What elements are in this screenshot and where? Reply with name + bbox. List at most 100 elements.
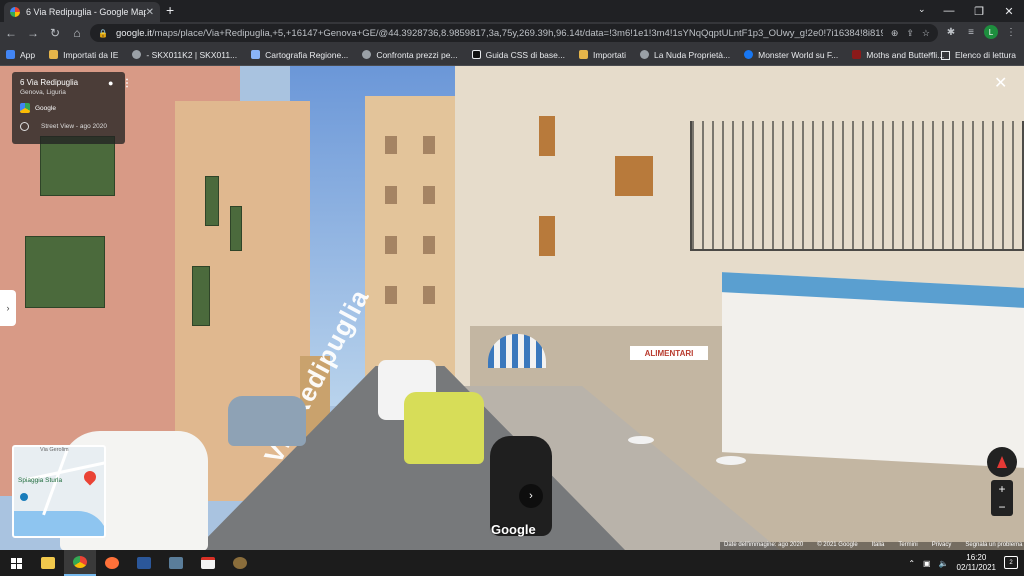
close-tab-icon[interactable]: ✕ (146, 7, 154, 18)
bookmark-item[interactable]: Importati (578, 50, 626, 60)
taskbar-word[interactable] (128, 550, 160, 576)
taskbar-calculator[interactable] (160, 550, 192, 576)
taskbar-clock[interactable]: 16:20 02/11/2021 (957, 553, 996, 573)
clock-date: 02/11/2021 (956, 563, 996, 572)
map-icon (251, 50, 261, 59)
firefox-icon (105, 557, 119, 569)
show-hidden-icons-icon[interactable]: ⌃ (908, 559, 915, 568)
taskbar-app[interactable] (224, 550, 256, 576)
google-logo: Google (491, 522, 536, 537)
mini-map[interactable]: Via Gerolim Spiaggia Sturla (12, 445, 106, 538)
butterfly-icon (852, 50, 862, 59)
terms-link[interactable]: Termini (898, 542, 917, 550)
shop-sign: ALIMENTARI (630, 346, 708, 360)
zoom-out-button[interactable]: − (998, 500, 1005, 514)
yellow-car (404, 392, 484, 464)
provider-row: Google (20, 103, 117, 113)
window-controls: — ❐ ✕ (934, 0, 1024, 22)
google-maps-favicon-icon (10, 7, 20, 17)
install-app-icon[interactable]: ⊕ (891, 28, 899, 39)
address-bar[interactable]: 🔒 google.it /maps/place/Via+Redipuglia,+… (90, 24, 938, 42)
cafe-table (716, 456, 746, 465)
browser-tab-maps[interactable]: 6 Via Redipuglia - Google Maps ✕ (4, 2, 160, 22)
word-icon (137, 557, 151, 569)
url-host: google.it (115, 27, 152, 39)
taskbar-firefox[interactable] (96, 550, 128, 576)
bookmark-item[interactable]: App (6, 50, 35, 60)
street-view-date: Street View - ago 2020 (41, 123, 108, 130)
location-pin-icon[interactable]: ● (108, 78, 113, 88)
restore-button[interactable]: ❐ (964, 0, 994, 22)
bookmark-item[interactable]: La Nuda Proprietà... (640, 50, 730, 60)
tab-search-icon[interactable]: ⌄ (918, 4, 926, 15)
back-arrow-icon[interactable]: ← (0, 26, 22, 40)
app-icon (233, 557, 247, 569)
zoom-in-button[interactable]: + (998, 482, 1005, 496)
share-icon[interactable]: ⇪ (906, 28, 914, 39)
more-bookmarks-icon[interactable]: » (928, 48, 933, 58)
taskbar-pdf-reader[interactable] (192, 550, 224, 576)
expand-side-panel-button[interactable]: › (0, 290, 16, 326)
windows-logo-icon (10, 557, 22, 569)
beach-marker-icon (20, 493, 28, 501)
taskbar-file-explorer[interactable] (32, 550, 64, 576)
privacy-link[interactable]: Privacy (932, 542, 952, 550)
clock-time: 16:20 (966, 553, 987, 562)
provider-label: Google (35, 104, 56, 112)
scooter (490, 436, 552, 536)
system-tray: ⌃ ▣ 🔈 16:20 02/11/2021 (908, 550, 996, 576)
volume-icon[interactable]: 🔈 (939, 559, 949, 568)
extensions-icon[interactable]: ✱ (944, 27, 958, 38)
lock-icon[interactable]: 🔒 (98, 29, 108, 38)
zoom-controls: + − (991, 480, 1013, 516)
street-view-panorama[interactable]: ALIMENTARI Via Redipuglia (0, 66, 1024, 550)
new-tab-button[interactable]: + (166, 3, 174, 17)
close-window-button[interactable]: ✕ (994, 0, 1024, 22)
reload-icon[interactable]: ↻ (44, 26, 66, 40)
home-icon[interactable]: ⌂ (66, 26, 88, 40)
browser-chrome: 6 Via Redipuglia - Google Maps ✕ + ⌄ — ❐… (0, 0, 1024, 66)
bookmark-item[interactable]: - SKX011K2 | SKX011... (132, 50, 237, 60)
bookmark-item[interactable]: Monster World su F... (744, 50, 838, 60)
bookmark-item[interactable]: Confronta prezzi pe... (362, 50, 458, 60)
window-shutter (205, 176, 219, 226)
calculator-icon (169, 557, 183, 569)
report-problem-link[interactable]: Segnala un problema (965, 542, 1022, 550)
imagery-date: Date dell'immagine: ago 2020 (724, 542, 804, 548)
windows-taskbar: ⌃ ▣ 🔈 16:20 02/11/2021 2 (0, 550, 1024, 576)
taskbar-chrome[interactable] (64, 550, 96, 576)
minimize-button[interactable]: — (934, 0, 964, 22)
sea-area (14, 511, 104, 536)
bookmark-item[interactable]: Importati da IE (49, 50, 118, 60)
close-street-view-icon[interactable]: ✕ (994, 76, 1007, 92)
notification-center-icon[interactable]: 2 (1004, 556, 1018, 569)
globe-icon (362, 50, 372, 59)
parked-car-grey (228, 396, 306, 446)
navigate-forward-arrow-icon[interactable]: › (519, 484, 543, 508)
street-view-date-selector[interactable]: Street View - ago 2020 (20, 122, 117, 131)
more-options-icon[interactable]: ⋮ (122, 78, 132, 89)
google-maps-icon (20, 103, 30, 113)
compass-icon[interactable] (987, 447, 1017, 477)
forward-arrow-icon[interactable]: → (22, 26, 44, 40)
bookmark-star-icon[interactable]: ☆ (922, 28, 930, 39)
copyright: © 2021 Google (817, 542, 858, 548)
reading-list-button[interactable]: Elenco di lettura (941, 50, 1016, 60)
window-shutter (25, 236, 105, 308)
country-link[interactable]: Italia (872, 542, 885, 550)
bookmark-item[interactable]: Cartografia Regione... (251, 50, 348, 60)
reading-list-icon (941, 50, 951, 60)
network-icon[interactable]: ▣ (923, 559, 931, 568)
profile-avatar[interactable]: L (984, 25, 998, 39)
menu-kebab-icon[interactable]: ⋮ (1004, 27, 1018, 38)
facebook-icon (744, 50, 754, 59)
pdf-icon (201, 557, 215, 569)
window-shutter (230, 206, 242, 251)
place-subtitle: Genova, Liguria (20, 89, 66, 96)
location-pin-icon (81, 468, 99, 486)
maps-footer: Date dell'immagine: ago 2020 © 2021 Goog… (720, 542, 1024, 550)
start-button[interactable] (0, 550, 32, 576)
reading-list-icon[interactable]: ≡ (964, 27, 978, 38)
bookmark-item[interactable]: Guida CSS di base... (471, 50, 565, 60)
window-shutter (192, 266, 210, 326)
